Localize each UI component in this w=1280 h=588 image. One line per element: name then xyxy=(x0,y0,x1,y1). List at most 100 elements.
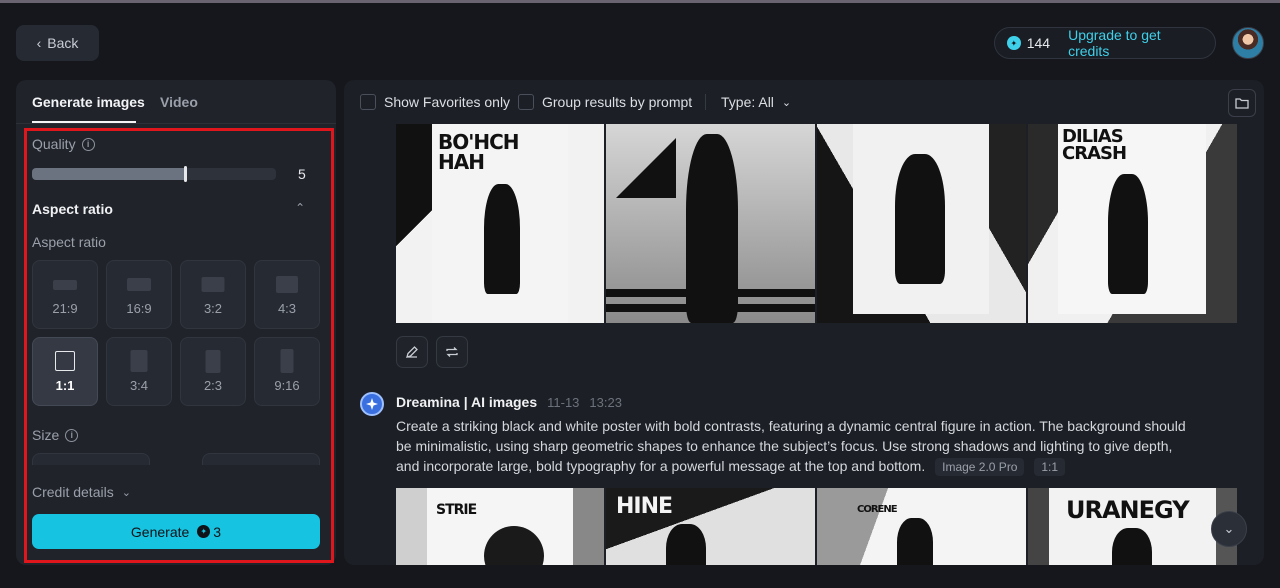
poster-typography: DILIAS CRASH xyxy=(1062,126,1127,164)
ratio-shape-icon xyxy=(130,350,148,372)
generate-cost: ✦ 3 xyxy=(197,524,221,540)
ratio-label: 9:16 xyxy=(274,378,300,393)
prompt-date: 11-13 xyxy=(547,395,580,410)
folder-icon xyxy=(1235,98,1249,109)
poster-figure xyxy=(666,524,706,565)
aspect-ratio-label: Aspect ratio xyxy=(32,234,106,250)
ratio-label: 4:3 xyxy=(277,301,297,316)
tab-video[interactable]: Video xyxy=(160,94,198,110)
result-image[interactable]: BO'HCH HAH xyxy=(396,124,604,323)
active-tab-indicator xyxy=(32,121,136,123)
size-option[interactable] xyxy=(32,453,150,465)
quality-value: 5 xyxy=(298,166,306,182)
credit-icon: ✦ xyxy=(1007,36,1021,50)
window-top-strip xyxy=(0,0,1280,3)
group-by-prompt-filter[interactable]: Group results by prompt xyxy=(518,94,692,110)
poster-typography: BO'HCH HAH xyxy=(438,130,520,174)
chevron-left-icon: ‹ xyxy=(36,35,42,51)
credits-count: 144 xyxy=(1026,35,1051,51)
poster-figure xyxy=(895,154,945,284)
credit-details-label: Credit details xyxy=(32,484,114,500)
quality-slider-handle[interactable] xyxy=(183,166,187,182)
poster-figure xyxy=(1112,528,1152,565)
info-icon[interactable]: i xyxy=(65,428,79,442)
poster-typography: CORENE xyxy=(857,504,898,515)
quality-label: Quality i xyxy=(32,136,95,152)
result-image[interactable] xyxy=(817,124,1026,323)
ratio-label: 21:9 xyxy=(52,301,78,316)
result-image[interactable]: HINE xyxy=(606,488,815,565)
upgrade-link[interactable]: Upgrade to get credits xyxy=(1068,27,1203,59)
type-filter-dropdown[interactable]: Type: All ⌄ xyxy=(721,94,791,110)
poster-figure xyxy=(1108,174,1148,294)
prompt-source: Dreamina | AI images xyxy=(396,394,538,410)
scroll-down-button[interactable]: ⌄ xyxy=(1211,511,1247,547)
ratio-tag: 1:1 xyxy=(1034,458,1066,476)
model-tag: Image 2.0 Pro xyxy=(935,458,1025,476)
size-label-text: Size xyxy=(32,427,60,443)
poster-typography: HINE xyxy=(616,494,673,519)
ratio-option-2-3[interactable]: 2:3 xyxy=(180,337,246,406)
size-option[interactable] xyxy=(202,453,320,465)
pencil-icon xyxy=(406,346,418,358)
ratio-option-3-2[interactable]: 3:2 xyxy=(180,260,246,329)
result-image[interactable]: DILIAS CRASH xyxy=(1028,124,1237,323)
quality-label-text: Quality xyxy=(32,136,76,152)
favorites-filter[interactable]: Show Favorites only xyxy=(360,94,510,110)
back-button[interactable]: ‹ Back xyxy=(16,25,99,61)
ratio-shape-icon xyxy=(280,349,294,373)
ratio-option-4-3[interactable]: 4:3 xyxy=(254,260,320,329)
prompt-time: 13:23 xyxy=(589,395,622,410)
ratio-option-21-9[interactable]: 21:9 xyxy=(32,260,98,329)
info-icon[interactable]: i xyxy=(81,137,95,151)
prompt-body: Create a striking black and white poster… xyxy=(396,418,1186,474)
ratio-shape-icon xyxy=(53,280,77,290)
ratio-option-3-4[interactable]: 3:4 xyxy=(106,337,172,406)
generate-button[interactable]: Generate ✦ 3 xyxy=(32,514,320,549)
group-checkbox[interactable] xyxy=(518,94,534,110)
quality-slider-fill xyxy=(32,168,185,180)
poster-typography: URANEGY xyxy=(1066,496,1190,524)
edit-button[interactable] xyxy=(396,336,428,368)
folder-button[interactable] xyxy=(1228,89,1256,117)
poster-figure xyxy=(897,518,933,565)
poster-figure xyxy=(484,184,520,294)
ratio-option-16-9[interactable]: 16:9 xyxy=(106,260,172,329)
aspect-ratio-section-title[interactable]: Aspect ratio xyxy=(32,201,113,217)
ratio-label: 1:1 xyxy=(55,378,75,393)
result-image[interactable]: CORENE xyxy=(817,488,1026,565)
tab-generate-images[interactable]: Generate images xyxy=(32,94,145,110)
result-image[interactable] xyxy=(606,124,815,323)
prompt-text[interactable]: Create a striking black and white poster… xyxy=(396,416,1196,476)
back-label: Back xyxy=(47,35,79,51)
generate-cost-value: 3 xyxy=(213,523,222,540)
poster-typography: STRIE xyxy=(436,502,477,518)
chevron-down-icon: ⌄ xyxy=(781,96,792,109)
poster-shape xyxy=(484,526,544,565)
ratio-shape-icon xyxy=(205,350,221,373)
poster-stripe xyxy=(606,289,815,297)
results-panel: Show Favorites only Group results by pro… xyxy=(344,80,1264,565)
regenerate-button[interactable] xyxy=(436,336,468,368)
ratio-shape-icon xyxy=(201,277,225,292)
ratio-option-1-1[interactable]: 1:1 xyxy=(32,337,98,406)
result-image[interactable]: URANEGY xyxy=(1028,488,1237,565)
group-label: Group results by prompt xyxy=(542,94,693,110)
favorites-checkbox[interactable] xyxy=(360,94,376,110)
credits-pill[interactable]: ✦ 144 Upgrade to get credits xyxy=(994,27,1216,59)
result-image[interactable]: STRIE xyxy=(396,488,604,565)
prompt-header: Dreamina | AI images 11-13 13:23 xyxy=(396,394,622,410)
ratio-label: 3:2 xyxy=(203,301,223,316)
credit-details-toggle[interactable]: Credit details ⌄ xyxy=(32,484,131,500)
chevron-up-icon[interactable]: ⌄ xyxy=(295,200,305,214)
chevron-down-icon: ⌄ xyxy=(1223,521,1235,536)
ratio-shape-icon xyxy=(127,278,151,291)
ratio-shape-icon xyxy=(276,276,298,293)
ratio-option-9-16[interactable]: 9:16 xyxy=(254,337,320,406)
chevron-down-icon: ⌄ xyxy=(121,486,131,499)
type-filter-label: Type: All xyxy=(721,94,774,110)
size-label: Size i xyxy=(32,427,79,443)
ratio-label: 2:3 xyxy=(203,378,223,393)
quality-slider[interactable] xyxy=(32,166,276,182)
user-avatar[interactable] xyxy=(1232,27,1264,59)
